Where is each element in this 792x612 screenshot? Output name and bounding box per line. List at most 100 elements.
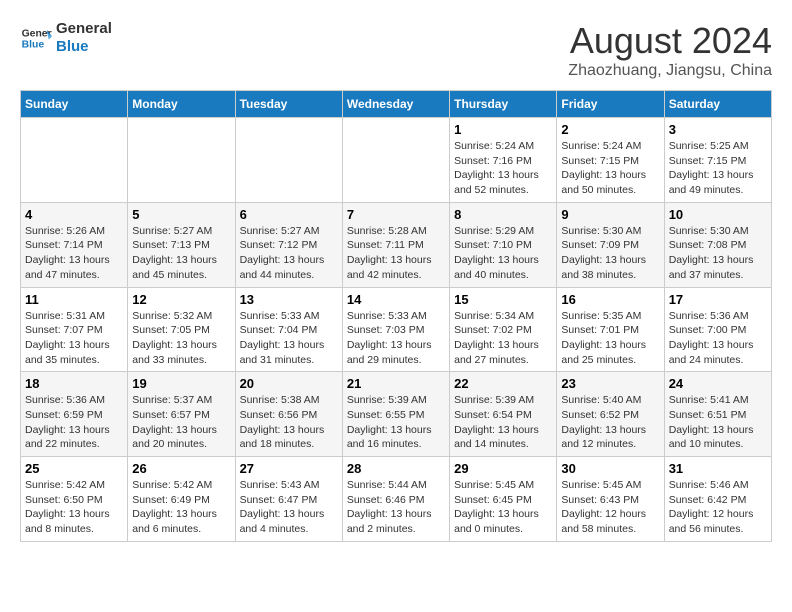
day-cell: 9 Sunrise: 5:30 AM Sunset: 7:09 PM Daylig… <box>557 202 664 287</box>
day-cell: 19 Sunrise: 5:37 AM Sunset: 6:57 PM Dayli… <box>128 372 235 457</box>
page-header: General Blue General Blue August 2024 Zh… <box>20 20 772 80</box>
day-cell: 11Sunrise: 5:31 AM Sunset: 7:07 PM Dayli… <box>21 287 128 372</box>
day-number: 26 <box>132 461 230 476</box>
day-info: Sunrise: 5:43 AM Sunset: 6:47 PM Dayligh… <box>240 478 338 537</box>
day-number: 2 <box>561 122 659 137</box>
day-number: 20 <box>240 376 338 391</box>
day-info: Sunrise: 5:30 AM Sunset: 7:09 PM Dayligh… <box>561 224 659 283</box>
day-number: 15 <box>454 292 552 307</box>
day-cell: 10Sunrise: 5:30 AM Sunset: 7:08 PM Dayli… <box>664 202 771 287</box>
day-number: 9 <box>561 207 659 222</box>
day-cell: 24 Sunrise: 5:41 AM Sunset: 6:51 PM Dayli… <box>664 372 771 457</box>
day-number: 7 <box>347 207 445 222</box>
day-number: 27 <box>240 461 338 476</box>
day-cell: 15 Sunrise: 5:34 AM Sunset: 7:02 PM Dayli… <box>450 287 557 372</box>
day-info: Sunrise: 5:39 AM Sunset: 6:55 PM Dayligh… <box>347 393 445 452</box>
day-info: Sunrise: 5:27 AM Sunset: 7:13 PM Dayligh… <box>132 224 230 283</box>
day-number: 12 <box>132 292 230 307</box>
day-cell: 17Sunrise: 5:36 AM Sunset: 7:00 PM Dayli… <box>664 287 771 372</box>
day-info: Sunrise: 5:44 AM Sunset: 6:46 PM Dayligh… <box>347 478 445 537</box>
day-info: Sunrise: 5:36 AM Sunset: 7:00 PM Dayligh… <box>669 309 767 368</box>
day-number: 19 <box>132 376 230 391</box>
day-cell: 23 Sunrise: 5:40 AM Sunset: 6:52 PM Dayli… <box>557 372 664 457</box>
week-row-1: 1 Sunrise: 5:24 AM Sunset: 7:16 PM Daylig… <box>21 118 772 203</box>
day-cell: 30 Sunrise: 5:45 AM Sunset: 6:43 PM Dayli… <box>557 457 664 542</box>
day-info: Sunrise: 5:38 AM Sunset: 6:56 PM Dayligh… <box>240 393 338 452</box>
title-section: August 2024 Zhaozhuang, Jiangsu, China <box>568 20 772 80</box>
day-info: Sunrise: 5:37 AM Sunset: 6:57 PM Dayligh… <box>132 393 230 452</box>
day-cell: 4Sunrise: 5:26 AM Sunset: 7:14 PM Daylig… <box>21 202 128 287</box>
day-number: 13 <box>240 292 338 307</box>
day-cell: 25Sunrise: 5:42 AM Sunset: 6:50 PM Dayli… <box>21 457 128 542</box>
day-info: Sunrise: 5:45 AM Sunset: 6:43 PM Dayligh… <box>561 478 659 537</box>
day-info: Sunrise: 5:35 AM Sunset: 7:01 PM Dayligh… <box>561 309 659 368</box>
day-cell: 5Sunrise: 5:27 AM Sunset: 7:13 PM Daylig… <box>128 202 235 287</box>
day-number: 6 <box>240 207 338 222</box>
day-cell: 1 Sunrise: 5:24 AM Sunset: 7:16 PM Daylig… <box>450 118 557 203</box>
calendar-header: SundayMondayTuesdayWednesdayThursdayFrid… <box>21 91 772 118</box>
calendar-title: August 2024 <box>568 20 772 62</box>
day-cell <box>235 118 342 203</box>
day-info: Sunrise: 5:34 AM Sunset: 7:02 PM Dayligh… <box>454 309 552 368</box>
day-info: Sunrise: 5:32 AM Sunset: 7:05 PM Dayligh… <box>132 309 230 368</box>
day-number: 21 <box>347 376 445 391</box>
day-info: Sunrise: 5:26 AM Sunset: 7:14 PM Dayligh… <box>25 224 123 283</box>
day-info: Sunrise: 5:28 AM Sunset: 7:11 PM Dayligh… <box>347 224 445 283</box>
day-info: Sunrise: 5:25 AM Sunset: 7:15 PM Dayligh… <box>669 139 767 198</box>
day-cell: 22Sunrise: 5:39 AM Sunset: 6:54 PM Dayli… <box>450 372 557 457</box>
day-number: 10 <box>669 207 767 222</box>
day-number: 14 <box>347 292 445 307</box>
day-number: 24 <box>669 376 767 391</box>
logo-general: General <box>56 20 112 38</box>
weekday-header-sunday: Sunday <box>21 91 128 118</box>
day-cell: 31Sunrise: 5:46 AM Sunset: 6:42 PM Dayli… <box>664 457 771 542</box>
weekday-header-wednesday: Wednesday <box>342 91 449 118</box>
day-cell: 2Sunrise: 5:24 AM Sunset: 7:15 PM Daylig… <box>557 118 664 203</box>
day-cell: 29Sunrise: 5:45 AM Sunset: 6:45 PM Dayli… <box>450 457 557 542</box>
calendar-subtitle: Zhaozhuang, Jiangsu, China <box>568 62 772 80</box>
day-info: Sunrise: 5:24 AM Sunset: 7:16 PM Dayligh… <box>454 139 552 198</box>
day-info: Sunrise: 5:46 AM Sunset: 6:42 PM Dayligh… <box>669 478 767 537</box>
day-cell: 13Sunrise: 5:33 AM Sunset: 7:04 PM Dayli… <box>235 287 342 372</box>
calendar-body: 1 Sunrise: 5:24 AM Sunset: 7:16 PM Daylig… <box>21 118 772 542</box>
day-cell: 3 Sunrise: 5:25 AM Sunset: 7:15 PM Daylig… <box>664 118 771 203</box>
day-cell <box>342 118 449 203</box>
day-number: 28 <box>347 461 445 476</box>
day-number: 16 <box>561 292 659 307</box>
day-info: Sunrise: 5:40 AM Sunset: 6:52 PM Dayligh… <box>561 393 659 452</box>
day-cell: 26Sunrise: 5:42 AM Sunset: 6:49 PM Dayli… <box>128 457 235 542</box>
day-cell: 7 Sunrise: 5:28 AM Sunset: 7:11 PM Daylig… <box>342 202 449 287</box>
day-cell <box>128 118 235 203</box>
day-number: 3 <box>669 122 767 137</box>
logo: General Blue General Blue <box>20 20 112 56</box>
day-number: 8 <box>454 207 552 222</box>
day-cell: 27 Sunrise: 5:43 AM Sunset: 6:47 PM Dayli… <box>235 457 342 542</box>
calendar-table: SundayMondayTuesdayWednesdayThursdayFrid… <box>20 90 772 542</box>
weekday-header-saturday: Saturday <box>664 91 771 118</box>
day-info: Sunrise: 5:36 AM Sunset: 6:59 PM Dayligh… <box>25 393 123 452</box>
day-cell: 8Sunrise: 5:29 AM Sunset: 7:10 PM Daylig… <box>450 202 557 287</box>
day-cell: 20 Sunrise: 5:38 AM Sunset: 6:56 PM Dayli… <box>235 372 342 457</box>
day-info: Sunrise: 5:27 AM Sunset: 7:12 PM Dayligh… <box>240 224 338 283</box>
weekday-row: SundayMondayTuesdayWednesdayThursdayFrid… <box>21 91 772 118</box>
day-number: 1 <box>454 122 552 137</box>
weekday-header-monday: Monday <box>128 91 235 118</box>
day-cell: 12 Sunrise: 5:32 AM Sunset: 7:05 PM Dayli… <box>128 287 235 372</box>
day-cell: 14Sunrise: 5:33 AM Sunset: 7:03 PM Dayli… <box>342 287 449 372</box>
svg-text:Blue: Blue <box>22 40 45 51</box>
logo-blue: Blue <box>56 38 112 56</box>
week-row-3: 11Sunrise: 5:31 AM Sunset: 7:07 PM Dayli… <box>21 287 772 372</box>
day-cell: 28 Sunrise: 5:44 AM Sunset: 6:46 PM Dayli… <box>342 457 449 542</box>
day-number: 29 <box>454 461 552 476</box>
day-cell: 6 Sunrise: 5:27 AM Sunset: 7:12 PM Daylig… <box>235 202 342 287</box>
weekday-header-thursday: Thursday <box>450 91 557 118</box>
week-row-4: 18Sunrise: 5:36 AM Sunset: 6:59 PM Dayli… <box>21 372 772 457</box>
day-cell: 16 Sunrise: 5:35 AM Sunset: 7:01 PM Dayli… <box>557 287 664 372</box>
week-row-2: 4Sunrise: 5:26 AM Sunset: 7:14 PM Daylig… <box>21 202 772 287</box>
day-info: Sunrise: 5:41 AM Sunset: 6:51 PM Dayligh… <box>669 393 767 452</box>
day-cell: 18Sunrise: 5:36 AM Sunset: 6:59 PM Dayli… <box>21 372 128 457</box>
day-number: 30 <box>561 461 659 476</box>
week-row-5: 25Sunrise: 5:42 AM Sunset: 6:50 PM Dayli… <box>21 457 772 542</box>
day-info: Sunrise: 5:31 AM Sunset: 7:07 PM Dayligh… <box>25 309 123 368</box>
day-number: 23 <box>561 376 659 391</box>
